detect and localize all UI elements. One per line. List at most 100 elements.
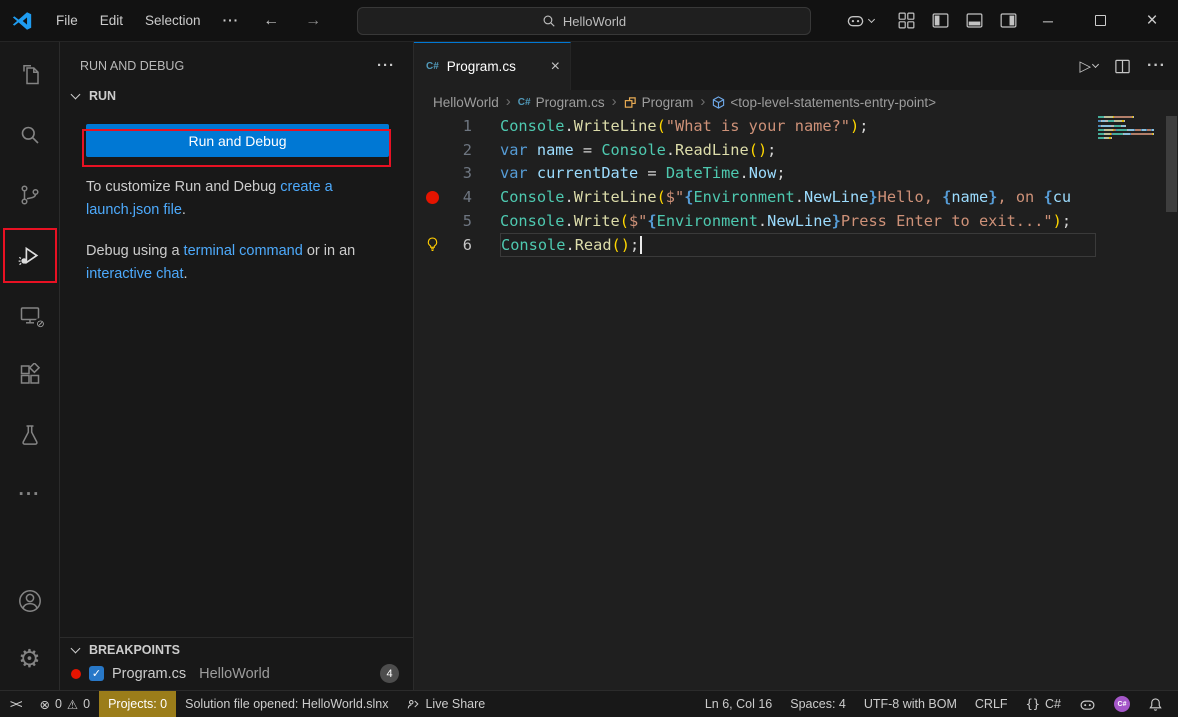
tab-bar: C# Program.cs × ▷ ··· (414, 42, 1178, 90)
line-number[interactable]: 1 (450, 117, 472, 135)
code-token (528, 141, 537, 159)
notifications-status[interactable] (1139, 691, 1172, 717)
navigate-back-icon[interactable]: ← (251, 9, 291, 33)
search-icon[interactable] (0, 105, 59, 165)
run-and-debug-icon[interactable] (0, 225, 59, 285)
customize-hint-text: To customize Run and Debug create a laun… (86, 176, 387, 221)
glyph-margin[interactable] (414, 209, 450, 233)
accounts-icon[interactable] (0, 572, 59, 630)
breadcrumb-label: <top-level-statements-entry-point> (730, 95, 936, 110)
lightbulb-icon[interactable] (425, 237, 440, 252)
close-icon[interactable]: × (1126, 0, 1178, 41)
code-line-3[interactable]: 3var currentDate = DateTime.Now; (414, 162, 1178, 186)
line-number[interactable]: 6 (450, 236, 472, 254)
breadcrumb-project[interactable]: HelloWorld (433, 95, 499, 110)
error-count: 0 (55, 697, 62, 711)
problems-status[interactable]: ⊗0 ⚠0 (30, 691, 99, 717)
breakpoint-icon[interactable] (426, 191, 439, 204)
activity-bar-bottom: ⚙ (0, 572, 59, 690)
code-line-2[interactable]: 2var name = Console.ReadLine(); (414, 138, 1178, 162)
glyph-margin[interactable] (414, 114, 450, 138)
split-editor-icon[interactable] (1114, 58, 1131, 75)
menu-edit[interactable]: Edit (90, 9, 133, 32)
code-token: . (740, 164, 749, 182)
run-project-button[interactable]: ▷ (1079, 57, 1098, 75)
code-token: } (868, 188, 877, 206)
more-actions-icon[interactable]: ··· (1147, 57, 1166, 75)
code-token: ReadLine (675, 141, 749, 159)
code-line-6[interactable]: 6Console.Read(); (414, 233, 1178, 257)
glyph-margin[interactable] (414, 233, 450, 257)
explorer-icon[interactable] (0, 45, 59, 105)
breadcrumb-label: Program (642, 95, 694, 110)
solution-status[interactable]: Solution file opened: HelloWorld.slnx (176, 691, 397, 717)
settings-gear-icon[interactable]: ⚙ (0, 630, 59, 688)
glyph-margin[interactable] (414, 162, 450, 186)
menu-file[interactable]: File (46, 9, 88, 32)
breadcrumb-symbol[interactable]: <top-level-statements-entry-point> (712, 95, 936, 110)
line-number[interactable]: 4 (450, 188, 472, 206)
encoding-status[interactable]: UTF-8 with BOM (855, 691, 966, 717)
tab-close-icon[interactable]: × (551, 58, 560, 76)
breadcrumb-class[interactable]: Program (624, 95, 694, 110)
eol-status[interactable]: CRLF (966, 691, 1017, 717)
line-number[interactable]: 2 (450, 141, 472, 159)
glyph-margin[interactable] (414, 138, 450, 162)
views-and-more-actions-icon[interactable]: ··· (377, 57, 395, 74)
extensions-icon[interactable] (0, 345, 59, 405)
remote-indicator[interactable]: >< (0, 691, 30, 717)
testing-icon[interactable] (0, 405, 59, 465)
maximize-icon[interactable] (1074, 0, 1126, 41)
live-share-icon (406, 697, 420, 711)
customize-layout-icon[interactable] (897, 11, 916, 30)
sidebar-title: RUN AND DEBUG (80, 59, 184, 73)
line-number[interactable]: 5 (450, 212, 472, 230)
breakpoint-list-item[interactable]: ✓ Program.cs HelloWorld 4 (60, 661, 413, 688)
line-number[interactable]: 3 (450, 164, 472, 182)
workbench: ⊘ ··· ⚙ RUN AND DEBUG ··· (0, 42, 1178, 690)
copilot-menu-button[interactable] (846, 11, 874, 30)
code-token: ; (767, 141, 776, 159)
menu-selection[interactable]: Selection (135, 9, 211, 32)
code-token: Write (574, 212, 620, 230)
code-token: $" (629, 212, 647, 230)
remote-device-icon[interactable]: ⊘ (0, 285, 59, 345)
terminal-command-link[interactable]: terminal command (184, 243, 303, 259)
toggle-sidebar-icon[interactable] (931, 11, 950, 30)
run-section-header[interactable]: RUN (60, 82, 413, 109)
minimap-line (1098, 120, 1164, 122)
toggle-panel-icon[interactable] (965, 11, 984, 30)
editor-group: C# Program.cs × ▷ ··· HelloWorld › C# Pr… (414, 42, 1178, 690)
navigate-forward-icon[interactable]: → (293, 9, 333, 33)
cursor-position-status[interactable]: Ln 6, Col 16 (696, 691, 781, 717)
command-center-search[interactable]: HelloWorld (357, 7, 811, 35)
csharp-file-icon: C# (426, 61, 439, 72)
tab-program-cs[interactable]: C# Program.cs × (414, 42, 571, 90)
source-control-icon[interactable] (0, 165, 59, 225)
run-and-debug-button[interactable]: Run and Debug (86, 124, 389, 157)
code-line-5[interactable]: 5Console.Write($"{Environment.NewLine}Pr… (414, 209, 1178, 233)
code-line-1[interactable]: 1Console.WriteLine("What is your name?")… (414, 114, 1178, 138)
breadcrumb-file[interactable]: C# Program.cs (518, 95, 605, 110)
csharp-devkit-status[interactable]: C# (1105, 691, 1139, 717)
code-token: Now (749, 164, 777, 182)
code-line-4[interactable]: 4Console.WriteLine($"{Environment.NewLin… (414, 185, 1178, 209)
toggle-secondary-sidebar-icon[interactable] (999, 11, 1018, 30)
code-token: Console (500, 188, 564, 206)
minimap[interactable] (1098, 116, 1164, 142)
glyph-margin[interactable] (414, 185, 450, 209)
indentation-status[interactable]: Spaces: 4 (781, 691, 855, 717)
more-actions-icon[interactable]: ··· (0, 465, 59, 525)
breakpoint-count-badge: 4 (380, 664, 399, 683)
scrollbar-thumb[interactable] (1166, 116, 1177, 212)
projects-status[interactable]: Projects: 0 (99, 691, 176, 717)
breakpoints-section-header[interactable]: BREAKPOINTS (60, 638, 413, 661)
breakpoint-checkbox[interactable]: ✓ (89, 666, 104, 681)
code-editor[interactable]: 1Console.WriteLine("What is your name?")… (414, 114, 1178, 690)
menu-more-icon[interactable]: ··· (213, 9, 250, 32)
language-status[interactable]: {} C# (1017, 691, 1070, 717)
interactive-chat-link[interactable]: interactive chat (86, 266, 184, 282)
minimize-icon[interactable]: ─ (1022, 0, 1074, 41)
live-share-status[interactable]: Live Share (397, 691, 494, 717)
copilot-status[interactable] (1070, 691, 1105, 717)
